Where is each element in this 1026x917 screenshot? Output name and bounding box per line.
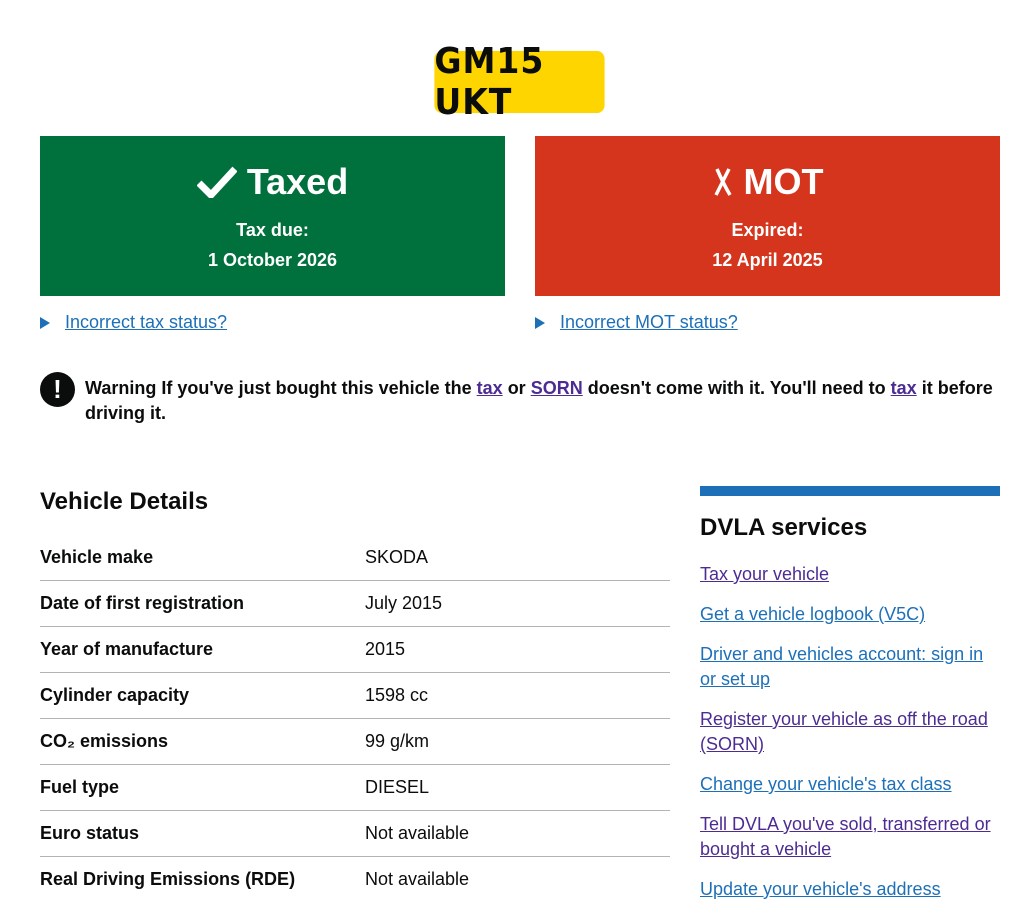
list-item: Change your vehicle's tax class bbox=[700, 772, 1000, 797]
row-key: Vehicle make bbox=[40, 535, 365, 581]
warning-prefix: Warning If you've just bought this vehic… bbox=[85, 378, 472, 398]
row-key: Fuel type bbox=[40, 764, 365, 811]
row-key: Date of first registration bbox=[40, 580, 365, 627]
row-value: 1598 cc bbox=[365, 672, 670, 719]
mot-status-label: MOT bbox=[743, 161, 824, 202]
tax-status-panel: Taxed Tax due: 1 October 2026 bbox=[40, 136, 505, 296]
tax-status-label: Taxed bbox=[246, 161, 349, 202]
warning-notice: ! Warning If you've just bought this veh… bbox=[40, 372, 1000, 426]
vehicle-details-heading: Vehicle Details bbox=[40, 488, 209, 515]
cross-icon bbox=[713, 168, 732, 196]
tax-due-label: Tax due: bbox=[236, 220, 309, 240]
warning-sorn-link[interactable]: SORN bbox=[531, 378, 583, 398]
list-item: Tax your vehicle bbox=[700, 562, 1000, 587]
change-tax-class-link[interactable]: Change your vehicle's tax class bbox=[700, 774, 952, 794]
table-row: Date of first registration July 2015 bbox=[40, 580, 670, 627]
warning-mid: doesn't come with it. You'll need to bbox=[587, 378, 886, 398]
triangle-right-icon bbox=[535, 316, 545, 329]
mot-expired-label: Expired: bbox=[731, 220, 804, 240]
warning-tax-link[interactable]: tax bbox=[477, 378, 503, 398]
tax-status-title: Taxed bbox=[40, 161, 505, 203]
dvla-services-heading: DVLA services bbox=[700, 514, 868, 541]
tax-due-date: 1 October 2026 bbox=[207, 250, 338, 270]
mot-expired-date: 12 April 2025 bbox=[712, 250, 823, 270]
row-key: Euro status bbox=[40, 810, 365, 857]
row-key: CO₂ emissions bbox=[40, 718, 365, 765]
table-row: CO₂ emissions 99 g/km bbox=[40, 718, 670, 765]
warning-text: Warning If you've just bought this vehic… bbox=[85, 376, 1000, 426]
row-key: Year of manufacture bbox=[40, 626, 365, 673]
table-row: Real Driving Emissions (RDE) Not availab… bbox=[40, 857, 670, 903]
table-row: Cylinder capacity 1598 cc bbox=[40, 672, 670, 719]
row-value: 99 g/km bbox=[365, 718, 670, 765]
tax-your-vehicle-link[interactable]: Tax your vehicle bbox=[700, 564, 829, 584]
row-value: July 2015 bbox=[365, 580, 670, 627]
incorrect-mot-toggle[interactable]: Incorrect MOT status? bbox=[535, 312, 738, 333]
row-key: Cylinder capacity bbox=[40, 672, 365, 719]
vehicle-details-table: Vehicle make SKODA Date of first registr… bbox=[40, 535, 670, 902]
row-value: DIESEL bbox=[365, 764, 670, 811]
table-row: Euro status Not available bbox=[40, 810, 670, 857]
incorrect-tax-link[interactable]: Incorrect tax status? bbox=[65, 312, 227, 333]
incorrect-mot-link[interactable]: Incorrect MOT status? bbox=[560, 312, 738, 333]
triangle-right-icon bbox=[40, 316, 50, 329]
exclamation-icon: ! bbox=[40, 372, 75, 407]
driver-account-link[interactable]: Driver and vehicles account: sign in or … bbox=[700, 644, 983, 689]
list-item: Driver and vehicles account: sign in or … bbox=[700, 642, 1000, 692]
dvla-services-list: Tax your vehicle Get a vehicle logbook (… bbox=[700, 562, 1000, 902]
list-item: Get a vehicle logbook (V5C) bbox=[700, 602, 1000, 627]
sold-transferred-link[interactable]: Tell DVLA you've sold, transferred or bo… bbox=[700, 814, 991, 859]
vehicle-logbook-link[interactable]: Get a vehicle logbook (V5C) bbox=[700, 604, 925, 624]
row-key: Real Driving Emissions (RDE) bbox=[40, 869, 296, 889]
row-value: Not available bbox=[365, 810, 670, 857]
row-value: 2015 bbox=[365, 626, 670, 673]
table-row: Vehicle make SKODA bbox=[40, 535, 670, 581]
update-address-link[interactable]: Update your vehicle's address bbox=[700, 879, 941, 899]
incorrect-tax-toggle[interactable]: Incorrect tax status? bbox=[40, 312, 227, 333]
mot-status-panel: MOT Expired: 12 April 2025 bbox=[535, 136, 1000, 296]
number-plate: GM15 UKT bbox=[434, 41, 605, 123]
row-value: Not available bbox=[365, 869, 470, 889]
list-item: Register your vehicle as off the road (S… bbox=[700, 707, 1000, 757]
warning-or: or bbox=[507, 378, 526, 398]
list-item: Tell DVLA you've sold, transferred or bo… bbox=[700, 812, 1000, 862]
warning-tax-link-2[interactable]: tax bbox=[891, 378, 917, 398]
table-row: Year of manufacture 2015 bbox=[40, 626, 670, 673]
list-item: Update your vehicle's address bbox=[700, 877, 1000, 902]
row-value: SKODA bbox=[365, 535, 670, 581]
sorn-link[interactable]: Register your vehicle as off the road (S… bbox=[700, 709, 988, 754]
dvla-services-sidebar: DVLA services Tax your vehicle Get a veh… bbox=[700, 486, 1000, 917]
check-icon bbox=[196, 166, 237, 198]
table-row: Fuel type DIESEL bbox=[40, 764, 670, 811]
mot-status-title: MOT bbox=[535, 161, 1000, 203]
